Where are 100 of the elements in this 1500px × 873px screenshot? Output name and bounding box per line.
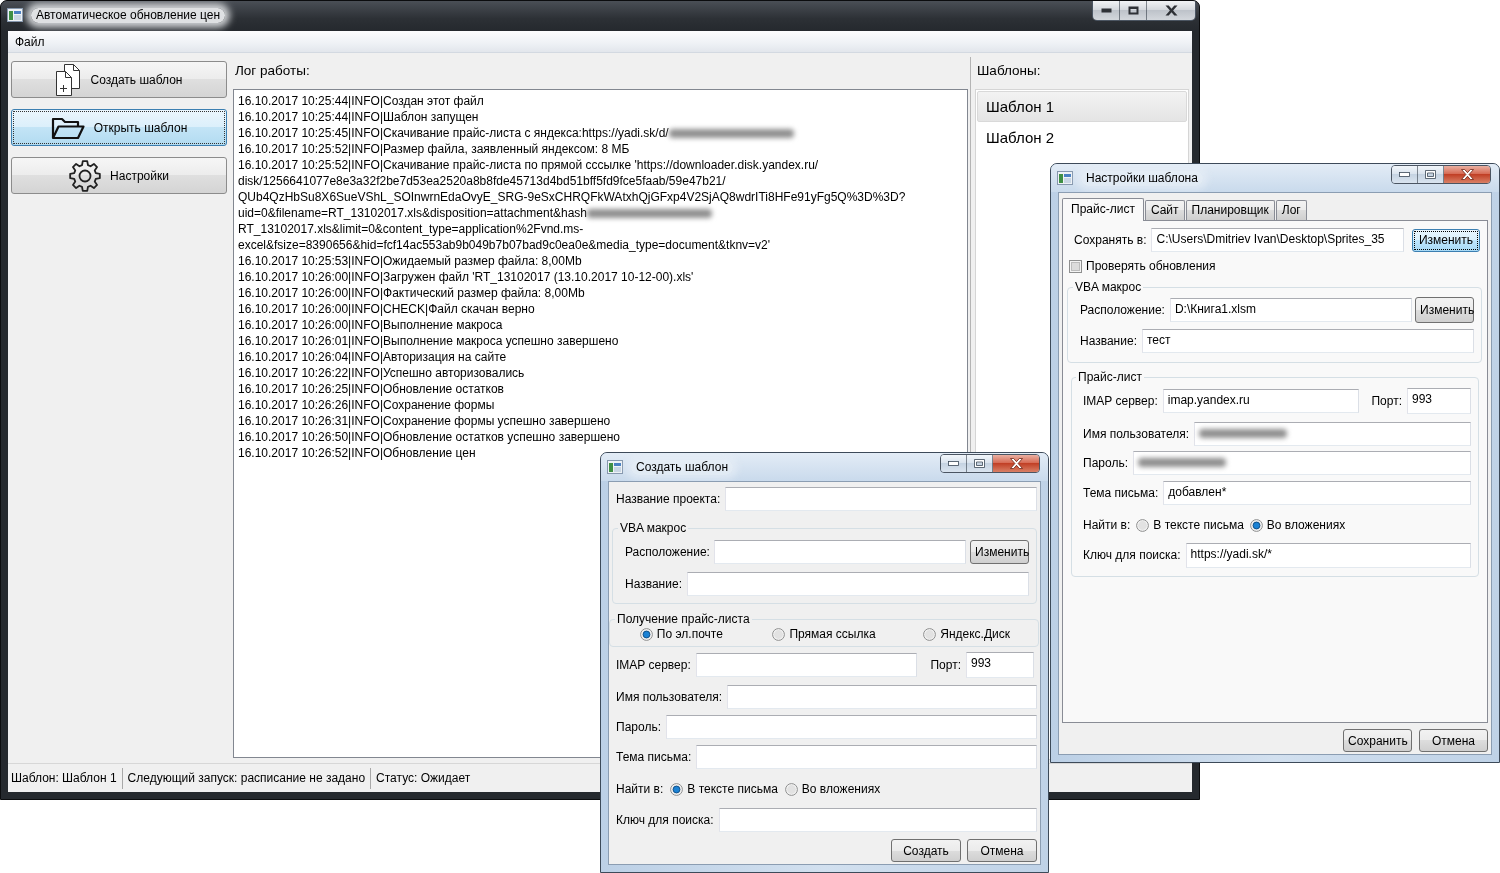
change-button[interactable]: Изменить: [1412, 228, 1480, 252]
menu-item[interactable]: Файл: [12, 33, 48, 50]
text-field[interactable]: 993: [966, 652, 1034, 678]
template-list-item[interactable]: Шаблон 1: [977, 91, 1187, 122]
checkbox-option[interactable]: Проверять обновления: [1069, 258, 1216, 274]
minimize-button[interactable]: [941, 455, 967, 472]
new-document-icon: [55, 63, 82, 96]
text-field[interactable]: 993: [1407, 388, 1471, 414]
radio-option[interactable]: Прямая ссылка: [772, 627, 876, 642]
log-line: uid=0&filename=RT_13102017.xls&disposition=attachment&hash: [238, 205, 587, 221]
maximize-button[interactable]: [1120, 1, 1147, 20]
text-field[interactable]: [695, 653, 918, 677]
radio-option[interactable]: В тексте письма: [1136, 517, 1244, 533]
tab[interactable]: Планировщик: [1185, 200, 1275, 220]
field-label: Тема письма:: [616, 749, 692, 765]
group-title: Прайс-лист: [1077, 370, 1143, 384]
template-list-item[interactable]: Шаблон 2: [977, 122, 1187, 153]
window-title: Настройки шаблона: [1081, 171, 1203, 186]
text-field[interactable]: [725, 487, 1037, 511]
log-line: 16.10.2017 10:25:45|INFO|Скачивание прайс-листа с яндекса:https://yadi.sk/d/: [238, 125, 669, 141]
text-field[interactable]: [696, 745, 1037, 769]
log-line: QUb4QzHbSu8X6SueVShL_SOInwrnEdaOvyE_SRG-9eSxCHRQFkWAtxhQjGFxp4V2SjAQ8wdrITi8HFe91yFg5Q%3D%3D?: [238, 189, 906, 205]
field-label: Пароль:: [1083, 455, 1128, 471]
log-line: 16.10.2017 10:26:01|INFO|Выполнение макроса успешно завершено: [238, 333, 619, 349]
text-field[interactable]: [666, 715, 1037, 739]
log-line: 16.10.2017 10:26:00|INFO|Фактический размер файла: 8,00Mb: [238, 285, 585, 301]
create-button[interactable]: Создать: [891, 839, 961, 862]
text-field[interactable]: [713, 540, 966, 564]
create-template-button[interactable]: Создать шаблон: [11, 61, 227, 98]
field-label: Имя пользователя:: [1083, 426, 1190, 442]
field-label: Расположение:: [1080, 302, 1165, 318]
app-window-icon: [7, 8, 23, 22]
window-title: Создать шаблон: [631, 460, 733, 475]
radio-option[interactable]: Яндекс.Диск: [923, 627, 1011, 642]
field-label: Тема письма:: [1083, 485, 1159, 501]
field-label: Ключ для поиска:: [1083, 548, 1181, 563]
close-button[interactable]: [993, 455, 1039, 472]
radio-option[interactable]: В тексте письма: [670, 781, 778, 797]
minimize-icon: [1399, 172, 1410, 177]
group-title: VBA макрос: [1074, 280, 1143, 294]
tab[interactable]: Прайс-лист: [1062, 198, 1144, 221]
section-label: Лог работы:: [234, 62, 310, 80]
field-label: Пароль:: [616, 719, 661, 735]
field-label: Найти в:: [1083, 517, 1131, 533]
text-field[interactable]: [686, 572, 1029, 596]
status-text: Шаблон: Шаблон 1: [10, 771, 118, 785]
text-field[interactable]: добавлен*: [1163, 481, 1471, 505]
cancel-button[interactable]: Отмена: [1419, 729, 1488, 752]
field-label: Найти в:: [616, 781, 664, 797]
maximize-button[interactable]: [1418, 166, 1444, 183]
close-icon: [1009, 458, 1023, 469]
open-template-button[interactable]: Открыть шаблон: [11, 109, 227, 146]
text-field[interactable]: [727, 685, 1037, 709]
minimize-button[interactable]: [1392, 166, 1418, 183]
text-field[interactable]: [718, 808, 1037, 832]
text-field[interactable]: https://yadi.sk/*: [1185, 543, 1471, 568]
maximize-icon: [1127, 6, 1139, 15]
radio-option[interactable]: Во вложениях: [784, 781, 881, 797]
change-button[interactable]: Изменить: [970, 540, 1029, 564]
maximize-icon: [1425, 170, 1436, 179]
log-line: 16.10.2017 10:26:52|INFO|Обновление цен: [238, 445, 476, 461]
minimize-button[interactable]: [1093, 1, 1120, 20]
status-text: Следующий запуск: расписание не задано: [126, 771, 367, 785]
field-label: Порт:: [930, 657, 961, 673]
maximize-button[interactable]: [967, 455, 993, 472]
close-icon: [1460, 169, 1474, 180]
radio-option[interactable]: По эл.почте: [639, 627, 723, 642]
close-button[interactable]: [1444, 166, 1490, 183]
field-label: Имя пользователя:: [616, 689, 723, 705]
settings-button[interactable]: Настройки: [11, 157, 227, 194]
log-line: disk/1256641077e8e3a32f2be7d53ea2520a8b8fde45713d4bd51bff5fd9fce5faab/59e47b21/: [238, 173, 726, 189]
log-line: 16.10.2017 10:25:52|INFO|Скачивание прайс-листа по прямой сссылке 'https://downloader.disk.yandex.ru/: [238, 157, 819, 173]
log-line: 16.10.2017 10:26:00|INFO|CHECK|Файл скачан верно: [238, 301, 535, 317]
text-field[interactable]: [1133, 451, 1471, 475]
save-button[interactable]: Сохранить: [1343, 729, 1412, 752]
radio-option[interactable]: Во вложениях: [1249, 517, 1346, 533]
close-button[interactable]: [1147, 1, 1195, 20]
tab[interactable]: Сайт: [1144, 200, 1185, 220]
field-label: Название:: [1080, 333, 1137, 349]
group-title: VBA макрос: [619, 521, 688, 535]
text-field[interactable]: D:\Книга1.xlsm: [1169, 298, 1412, 322]
log-line: 16.10.2017 10:26:00|INFO|Выполнение макроса: [238, 317, 503, 333]
log-line: 16.10.2017 10:26:22|INFO|Успешно авторизовались: [238, 365, 525, 381]
tab[interactable]: Лог: [1275, 200, 1307, 220]
text-field[interactable]: тест: [1141, 329, 1474, 353]
text-field[interactable]: [1194, 422, 1471, 446]
log-line: 16.10.2017 10:25:44|INFO|Шаблон запущен: [238, 109, 479, 125]
log-line: 16.10.2017 10:25:44|INFO|Создан этот файл: [238, 93, 484, 109]
field-label: IMAP сервер:: [1083, 393, 1158, 409]
text-field[interactable]: imap.yandex.ru: [1162, 389, 1360, 413]
log-line: 16.10.2017 10:26:26|INFO|Сохранение формы: [238, 397, 495, 413]
section-label: Шаблоны:: [976, 62, 1041, 80]
text-field[interactable]: C:\Users\Dmitriev Ivan\Desktop\Sprites_35: [1151, 228, 1404, 252]
cancel-button[interactable]: Отмена: [967, 839, 1037, 862]
field-label: Ключ для поиска:: [616, 812, 714, 828]
change-button[interactable]: Изменить: [1415, 297, 1474, 323]
close-icon: [1164, 5, 1178, 16]
field-label: Сохранять в:: [1074, 232, 1147, 248]
minimize-icon: [948, 461, 959, 466]
maximize-icon: [974, 459, 985, 468]
